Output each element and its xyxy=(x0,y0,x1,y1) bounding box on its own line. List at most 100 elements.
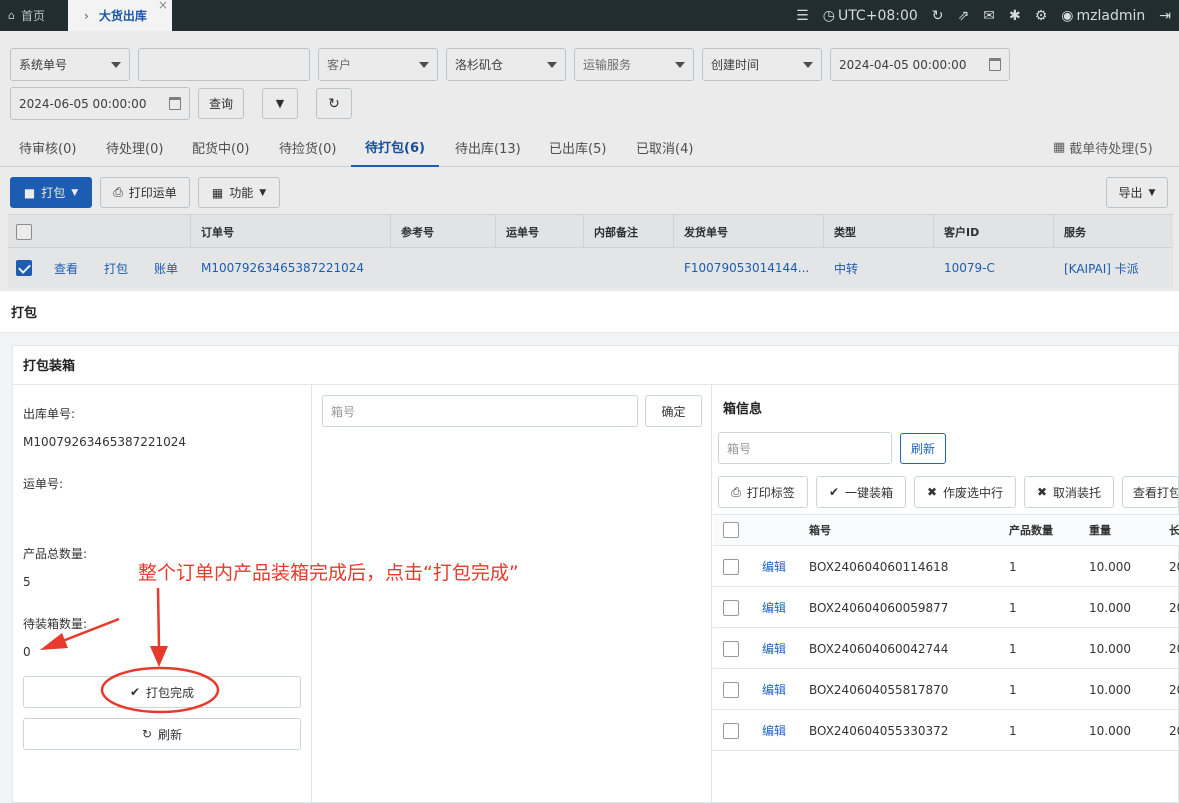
refresh-button[interactable]: ↻ 刷新 xyxy=(23,718,301,750)
menu-icon[interactable]: ☰ xyxy=(796,8,809,24)
box-refresh-label: 刷新 xyxy=(910,442,935,456)
top-bar: ⌂ 首页 › 大货出库 × ☰ ◷ UTC+08:00 ↻ ⇗ ✉ ✱ ⚙ ◉ mz… xyxy=(0,0,1179,31)
reset-button[interactable]: ↻ xyxy=(316,88,352,119)
select-all-checkbox[interactable] xyxy=(16,224,32,240)
top-right-toolbar: ☰ ◷ UTC+08:00 ↻ ⇗ ✉ ✱ ⚙ ◉ mzladmin ⇥ xyxy=(796,0,1171,31)
table-row[interactable]: 编辑 BOX240604055330372 1 10.000 20 xyxy=(713,710,1179,751)
edit-link[interactable]: 编辑 xyxy=(762,546,786,587)
col-customer-id: 客户ID xyxy=(933,215,1053,249)
username: mzladmin xyxy=(1076,7,1146,24)
cancel-pallet-button[interactable]: ✖ 取消装托 xyxy=(1024,476,1114,508)
shipping-service-select[interactable]: 运输服务 xyxy=(574,48,694,81)
row-checkbox[interactable] xyxy=(723,641,739,657)
pack-label: 打包 xyxy=(41,186,66,200)
customer-select[interactable]: 客户 xyxy=(318,48,438,81)
edit-link[interactable]: 编辑 xyxy=(762,669,786,710)
mail-icon[interactable]: ✉ xyxy=(983,8,995,24)
view-link[interactable]: 查看 xyxy=(44,248,78,288)
external-link-icon[interactable]: ⇗ xyxy=(958,8,970,24)
refresh-icon[interactable]: ↻ xyxy=(932,8,944,24)
row-checkbox[interactable] xyxy=(723,600,739,616)
col-order-no: 订单号 xyxy=(190,215,390,249)
tab-shipped[interactable]: 已出库(5) xyxy=(549,127,606,167)
row-checkbox[interactable] xyxy=(16,260,32,276)
edit-link[interactable]: 编辑 xyxy=(762,628,786,669)
box-select-all-checkbox[interactable] xyxy=(723,522,739,538)
box-refresh-button[interactable]: 刷新 xyxy=(900,433,946,464)
order-no-link[interactable]: M10079263465387221024 xyxy=(191,248,364,288)
qty-cell: 1 xyxy=(1009,723,1017,738)
logout-icon[interactable]: ⇥ xyxy=(1159,8,1171,24)
view-pack-button[interactable]: 查看打包 xyxy=(1122,476,1179,508)
table-row[interactable]: 编辑 BOX240604060059877 1 10.000 20 xyxy=(713,587,1179,628)
query-button-label: 查询 xyxy=(208,97,233,111)
user-menu[interactable]: ◉ mzladmin xyxy=(1061,8,1145,24)
pack-complete-label: 打包完成 xyxy=(146,685,195,700)
timezone[interactable]: ◷ UTC+08:00 xyxy=(823,8,918,24)
row-checkbox[interactable] xyxy=(723,723,739,739)
pack-link[interactable]: 打包 xyxy=(94,248,128,288)
pack-dropdown-button[interactable]: ■ 打包 ▼ xyxy=(10,177,92,208)
row-checkbox[interactable] xyxy=(723,559,739,575)
print-label-button[interactable]: ⎙ 打印标签 xyxy=(718,476,808,508)
tab-pending-process[interactable]: 待处理(0) xyxy=(106,127,163,167)
export-dropdown-button[interactable]: 导出 ▼ xyxy=(1106,177,1168,208)
edit-link[interactable]: 编辑 xyxy=(762,587,786,628)
box-search-input[interactable]: 箱号 xyxy=(718,432,892,464)
col-service: 服务 xyxy=(1053,215,1173,249)
void-selected-button[interactable]: ✖ 作废选中行 xyxy=(914,476,1016,508)
tab-intercept-pending[interactable]: ▦ 截单待处理(5) xyxy=(1053,127,1153,167)
bug-icon[interactable]: ✱ xyxy=(1009,8,1021,24)
export-label: 导出 xyxy=(1118,186,1143,200)
pending-qty-value: 0 xyxy=(23,645,31,659)
timezone-label: UTC+08:00 xyxy=(837,7,918,24)
pending-qty-label: 待装箱数量: xyxy=(23,617,88,631)
tab-bulk-outbound-label: 大货出库 xyxy=(98,9,147,23)
warehouse-select[interactable]: 洛杉矶仓 xyxy=(446,48,566,81)
box-no-input[interactable]: 箱号 xyxy=(322,395,638,427)
print-waybill-button[interactable]: ⎙ 打印运单 xyxy=(100,177,190,208)
customer-select-label: 客户 xyxy=(327,58,352,72)
close-icon[interactable]: × xyxy=(158,0,168,12)
shipment-no-link[interactable]: F10079053014144... xyxy=(674,248,809,288)
avatar-icon: ◉ xyxy=(1061,7,1074,24)
table-row[interactable]: 查看 打包 账单 M10079263465387221024 F10079053… xyxy=(8,248,1173,288)
bill-link[interactable]: 账单 xyxy=(144,248,178,288)
confirm-button[interactable]: 确定 xyxy=(645,395,702,427)
tab-pending-pack[interactable]: 待打包(6) xyxy=(351,127,439,167)
packing-card-title-text: 打包装箱 xyxy=(23,359,76,374)
table-row[interactable]: 编辑 BOX240604060114618 1 10.000 20 xyxy=(713,546,1179,587)
search-input[interactable] xyxy=(138,48,310,81)
edit-link[interactable]: 编辑 xyxy=(762,710,786,751)
tab-home[interactable]: ⌂ 首页 xyxy=(0,0,68,31)
gear-icon[interactable]: ⚙ xyxy=(1035,8,1048,24)
row-checkbox[interactable] xyxy=(723,682,739,698)
auto-box-button[interactable]: ✔ 一键装箱 xyxy=(816,476,906,508)
grid-icon: ▦ xyxy=(211,185,224,200)
query-button[interactable]: 查询 xyxy=(198,88,244,119)
caret-down-icon xyxy=(111,62,121,68)
pack-complete-button[interactable]: ✔ 打包完成 xyxy=(23,676,301,708)
outbound-no-label: 出库单号: xyxy=(23,407,76,421)
functions-dropdown-button[interactable]: ▦ 功能 ▼ xyxy=(198,177,280,208)
tab-label: 待出库(13) xyxy=(455,141,521,157)
print-waybill-label: 打印运单 xyxy=(128,186,177,200)
end-time-input[interactable]: 2024-06-05 00:00:00 xyxy=(10,87,190,120)
table-row[interactable]: 编辑 BOX240604055817870 1 10.000 20 xyxy=(713,669,1179,710)
start-time-input[interactable]: 2024-04-05 00:00:00 xyxy=(830,48,1010,81)
filter-button[interactable]: ▼ xyxy=(262,88,298,119)
tab-allocating[interactable]: 配货中(0) xyxy=(192,127,249,167)
tab-pending-review[interactable]: 待审核(0) xyxy=(19,127,76,167)
table-row[interactable]: 编辑 BOX240604060042744 1 10.000 20 xyxy=(713,628,1179,669)
tab-cancelled[interactable]: 已取消(4) xyxy=(636,127,693,167)
time-type-select[interactable]: 创建时间 xyxy=(702,48,822,81)
tab-bulk-outbound[interactable]: › 大货出库 × xyxy=(68,0,172,31)
tab-pending-pick[interactable]: 待捡货(0) xyxy=(279,127,336,167)
search-field-label: 系统单号 xyxy=(19,58,68,72)
customer-id-cell: 10079-C xyxy=(944,261,995,275)
search-field-select[interactable]: 系统单号 xyxy=(10,48,130,81)
status-tabs: 待审核(0) 待处理(0) 配货中(0) 待捡货(0) 待打包(6) 待出库(1… xyxy=(0,127,1179,167)
caret-down-icon xyxy=(803,62,813,68)
tab-pending-outbound[interactable]: 待出库(13) xyxy=(455,127,521,167)
length-cell: 20 xyxy=(1169,723,1179,738)
